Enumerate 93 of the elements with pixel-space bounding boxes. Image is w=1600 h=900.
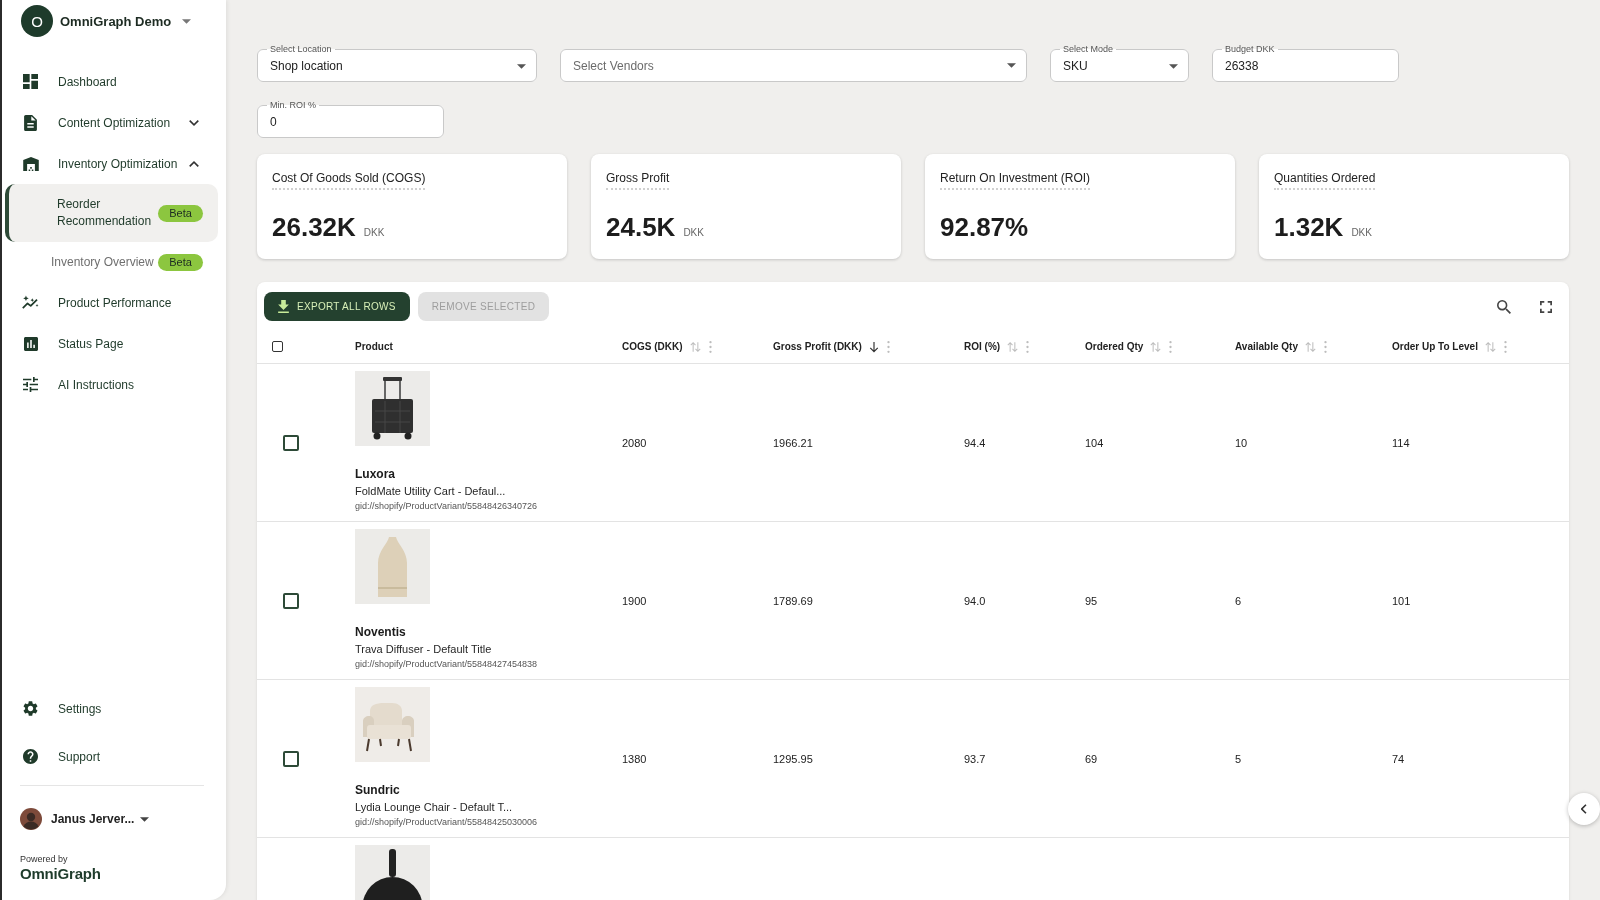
nav-item[interactable]: Content Optimization xyxy=(2,102,226,143)
nav-item[interactable]: Support xyxy=(2,736,226,777)
dropdown-field[interactable]: Select Mode SKU xyxy=(1050,44,1189,82)
checkbox[interactable] xyxy=(283,750,299,767)
kpi-label: Gross Profit xyxy=(606,171,670,190)
table-cell: 94.0 xyxy=(964,594,986,607)
kpi-label: Return On Investment (ROI) xyxy=(940,171,1091,190)
column-header[interactable]: Order Up To Level xyxy=(1392,341,1478,352)
kpi-unit: DKK xyxy=(683,227,704,238)
table-cell: 2080 xyxy=(622,436,647,449)
caret-icon[interactable] xyxy=(517,63,526,69)
nav-item[interactable]: Status Page xyxy=(2,323,226,364)
nav-item[interactable]: Settings xyxy=(2,688,226,729)
input-field[interactable]: Budget DKK 26338 xyxy=(1212,44,1399,82)
nav-subitem[interactable]: Reorder Recommendation Beta xyxy=(5,184,218,242)
kpi-value: 24.5K xyxy=(606,212,676,242)
chevron-down-icon[interactable] xyxy=(189,119,199,126)
table-cell: 1380 xyxy=(622,752,647,765)
kpi-unit: DKK xyxy=(363,227,385,238)
column-header: Product xyxy=(355,341,393,352)
column-header[interactable]: Gross Profit (DKK) xyxy=(773,341,862,352)
bar-chart-icon xyxy=(23,336,38,351)
caret-icon[interactable] xyxy=(140,816,150,822)
table-cell: 95 xyxy=(1085,594,1098,607)
kpi-value: 26.32K xyxy=(272,212,356,242)
kpi-label: Cost Of Goods Sold (COGS) xyxy=(272,171,426,190)
chevron-left-icon xyxy=(1581,804,1587,814)
caret-icon[interactable] xyxy=(1007,63,1016,68)
product-id: gid://shopify/ProductVariant/55848427454838 xyxy=(355,658,537,670)
kpi-value: 92.87% xyxy=(940,212,1029,242)
search-icon[interactable] xyxy=(1497,299,1511,314)
table-cell: 1789.69 xyxy=(773,594,813,607)
badge: Beta xyxy=(158,253,203,271)
table-cell: 69 xyxy=(1085,752,1098,765)
table-cell: 5 xyxy=(1235,752,1242,765)
checkbox[interactable] xyxy=(283,434,299,451)
badge: Beta xyxy=(158,204,203,222)
nav-item[interactable]: Product Performance xyxy=(2,282,226,323)
export-button[interactable]: EXPORT ALL ROWS xyxy=(264,292,410,321)
settings-icon xyxy=(23,701,38,716)
powered-by-label: Powered by xyxy=(20,854,68,865)
chevron-up-icon[interactable] xyxy=(189,160,199,167)
nav-subitem[interactable]: Inventory Overview Beta xyxy=(5,242,218,282)
sliders-icon xyxy=(23,377,38,392)
column-header[interactable]: Ordered Qty xyxy=(1085,341,1144,352)
table-cell: 6 xyxy=(1235,594,1242,607)
table-cell: 94.4 xyxy=(964,436,986,449)
caret-icon[interactable] xyxy=(1169,63,1178,69)
product-title: Lydia Lounge Chair - Default T... xyxy=(355,800,513,814)
nav-item[interactable]: Inventory Optimization xyxy=(2,143,226,184)
fullscreen-icon[interactable] xyxy=(1540,300,1552,313)
table-cell: 101 xyxy=(1392,594,1411,607)
kpi-label: Quantities Ordered xyxy=(1274,171,1376,190)
nav-item[interactable]: Dashboard xyxy=(2,61,226,102)
product-title: Trava Diffuser - Default Title xyxy=(355,642,492,656)
document-icon xyxy=(24,114,37,131)
table-cell: 93.7 xyxy=(964,752,986,765)
arrow-down-icon[interactable] xyxy=(868,340,879,353)
nav-item[interactable]: AI Instructions xyxy=(2,364,226,405)
product-id: gid://shopify/ProductVariant/55848426340726 xyxy=(355,500,537,512)
checkbox[interactable] xyxy=(283,592,299,609)
product-brand: Luxora xyxy=(355,466,395,482)
checkbox[interactable] xyxy=(272,341,283,352)
dropdown-field[interactable]: Select Location Shop location xyxy=(257,44,537,82)
download-icon xyxy=(278,300,289,313)
table-cell: 114 xyxy=(1392,436,1410,449)
input-field[interactable]: Min. ROI % 0 xyxy=(257,100,444,138)
product-id: gid://shopify/ProductVariant/55848425030006 xyxy=(355,816,537,828)
product-brand: Noventis xyxy=(355,624,406,640)
column-header[interactable]: Available Qty xyxy=(1235,341,1298,352)
grid-icon xyxy=(23,74,38,89)
kpi-value: 1.32K xyxy=(1274,212,1344,242)
column-header[interactable]: COGS (DKK) xyxy=(622,341,683,352)
account-name[interactable]: OmniGraph Demo xyxy=(60,13,172,29)
product-title: FoldMate Utility Cart - Defaul... xyxy=(355,484,506,498)
dropdown-field[interactable]: Select Vendors xyxy=(560,49,1027,82)
account-avatar[interactable]: O xyxy=(21,5,53,37)
table-cell: 104 xyxy=(1085,436,1104,449)
logo: OmniGraph xyxy=(20,865,101,882)
warehouse-icon xyxy=(22,156,39,171)
help-icon xyxy=(23,749,38,764)
product-brand: Sundric xyxy=(355,782,400,798)
table-cell: 10 xyxy=(1235,436,1248,449)
table-cell: 1966.21 xyxy=(773,436,813,449)
column-header[interactable]: ROI (%) xyxy=(964,341,1001,352)
caret-icon[interactable] xyxy=(182,18,192,24)
kpi-unit: DKK xyxy=(1351,227,1372,238)
table-cell: 1295.95 xyxy=(773,752,813,765)
table-cell: 74 xyxy=(1392,752,1405,765)
user-avatar[interactable] xyxy=(20,808,42,830)
user-name[interactable]: Janus Jerver... xyxy=(51,812,135,826)
table-cell: 1900 xyxy=(622,594,647,607)
sparkle-chart-icon xyxy=(22,295,39,310)
